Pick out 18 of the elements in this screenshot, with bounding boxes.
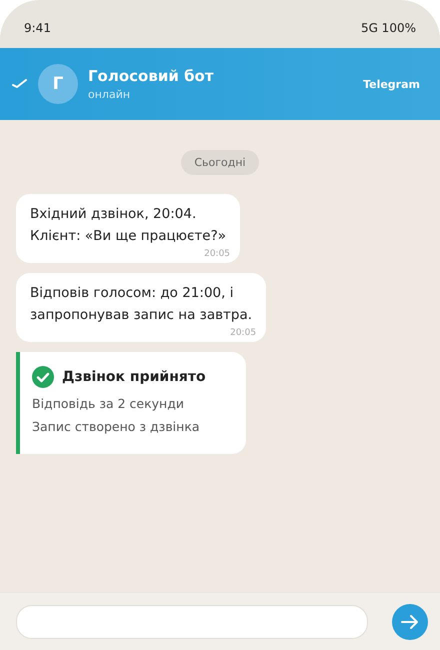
message-time: 20:05 xyxy=(204,249,230,259)
message-time: 20:05 xyxy=(230,328,256,338)
status-time: 9:41 xyxy=(24,21,51,35)
check-circle-icon xyxy=(32,366,54,388)
app-label: Telegram xyxy=(363,78,420,90)
chat-title: Голосовий бот xyxy=(88,67,215,85)
message-text: Відповів голосом: до 21:00, і запропонував запис на завтра. xyxy=(30,284,252,325)
arrow-right-icon xyxy=(401,614,419,628)
message-input[interactable] xyxy=(16,604,368,638)
date-chip: Сьогодні xyxy=(181,150,259,175)
avatar: Г xyxy=(38,64,78,104)
card-text: Запис створено з дзвінка xyxy=(32,418,201,436)
message-text: Вхідний дзвінок, 20:04. Клієнт: «Ви ще працюєте?» xyxy=(30,205,226,246)
send-button[interactable] xyxy=(392,604,428,640)
chat-status: онлайн xyxy=(88,88,132,101)
card-title: Дзвінок прийнято xyxy=(62,369,206,385)
card-text: Відповідь за 2 секунди xyxy=(32,395,185,413)
network-status: 5G 100% xyxy=(360,21,416,35)
